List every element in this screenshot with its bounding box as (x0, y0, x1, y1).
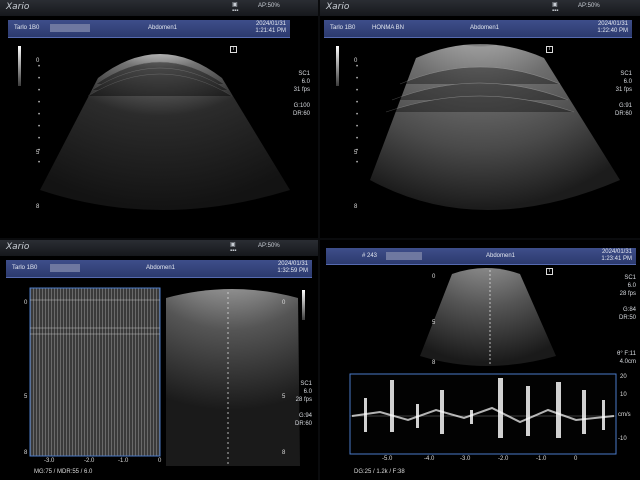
time-axis-tick: 0 (158, 458, 162, 464)
velocity-tick: -10 (618, 436, 627, 442)
depth-5: 5 (432, 320, 436, 326)
doppler-settings: DG:25 / 1.2k / F:38 (354, 469, 405, 475)
depth-8: 8 (432, 360, 436, 366)
bmode-image (40, 54, 290, 210)
gate-settings: θ° F:11 4.0cm (617, 351, 636, 365)
bmode-depth-0: 0 (282, 300, 286, 306)
doppler-display (349, 268, 617, 455)
time-axis-tick: -2.0 (498, 456, 509, 462)
ultrasound-screen-4: # 243 Abdomen1 2024/01/31 1:23:41 PM 0 5… (320, 240, 640, 480)
ultrasound-screen-1: Xario ▣ ▪▪▪ AP:50% Tarlo 1B0 Abdomen1 202… (0, 0, 318, 238)
time-axis-tick: -3.0 (460, 456, 471, 462)
ultrasound-screen-2: Xario ▣ ▪▪▪ AP:50% Tarlo 1B0 HONMA BN Abd… (320, 0, 640, 238)
ultrasound-screen-3: Xario ▣ ▪▪▪ AP:50% Tarlo 1B0 Abdomen1 202… (0, 240, 318, 480)
probe-orientation-marker: T (546, 268, 553, 275)
depth-ruler: • • • • • • • • • (38, 64, 41, 166)
probe-orientation-marker: T (230, 46, 237, 53)
imaging-parameters: SC1 6.0 31 fps G:91 DR:60 (614, 71, 632, 117)
velocity-unit: cm/s (618, 412, 631, 418)
grayscale-bar (302, 290, 305, 320)
depth-ruler: • • • • • • • • • (356, 64, 359, 166)
imaging-parameters: SC1 6.0 28 fps G:84 DR:50 (618, 275, 636, 321)
time-axis-tick: 0 (574, 456, 578, 462)
time-axis-tick: -3.0 (44, 458, 55, 464)
mmode-trace (29, 287, 300, 466)
bmode-image (370, 44, 620, 210)
monitor-photo-grid: Xario ▣ ▪▪▪ AP:50% Tarlo 1B0 Abdomen1 202… (0, 0, 640, 480)
time-axis-tick: -5.0 (382, 456, 393, 462)
time-axis-tick: -2.0 (84, 458, 95, 464)
velocity-tick: 20 (620, 374, 627, 380)
mmode-depth-5: 5 (24, 394, 28, 400)
bmode-depth-8: 8 (282, 450, 286, 456)
velocity-tick: 10 (620, 392, 627, 398)
time-axis-tick: -4.0 (424, 456, 435, 462)
mmode-depth-8: 8 (24, 450, 28, 456)
imaging-parameters: SC1 6.0 28 fps G:94 DR:60 (294, 381, 312, 427)
imaging-parameters: SC1 6.0 31 fps G:100 DR:60 (292, 71, 310, 117)
mmode-depth-0: 0 (24, 300, 28, 306)
bmode-depth-5: 5 (282, 394, 286, 400)
time-axis-tick: -1.0 (536, 456, 547, 462)
mmode-settings: MG:75 / MDR:55 / 6.0 (34, 469, 93, 475)
depth-0: 0 (432, 274, 436, 280)
time-axis-tick: -1.0 (118, 458, 129, 464)
probe-orientation-marker: T (546, 46, 553, 53)
